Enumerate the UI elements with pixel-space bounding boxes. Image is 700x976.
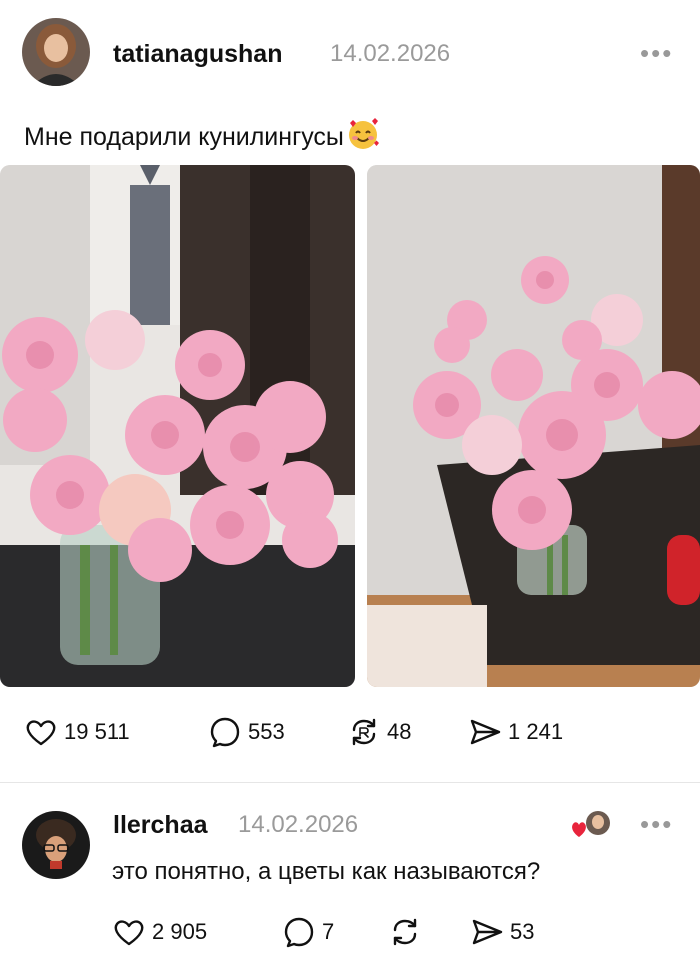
post-author-avatar[interactable]	[22, 18, 90, 86]
post-author-username[interactable]: tatianagushan	[113, 40, 282, 69]
comment-text: это понятно, а цветы как называются?	[112, 858, 541, 885]
comment-share-button[interactable]: 53	[470, 915, 534, 949]
send-icon	[468, 715, 502, 749]
heart-icon	[24, 715, 58, 749]
post-date: 14.02.2026	[330, 40, 451, 67]
comment-reply-count: 7	[322, 919, 335, 944]
post-share-count: 1 241	[508, 719, 564, 744]
send-icon	[470, 915, 504, 949]
comment-like-count: 2 905	[152, 919, 208, 944]
comment-reply-button[interactable]: 7	[282, 915, 334, 949]
comment-author-username[interactable]: llerchaa	[113, 811, 208, 840]
post-share-button[interactable]: 1 241	[468, 715, 563, 749]
comment-share-count: 53	[510, 919, 535, 944]
post-photo-1[interactable]	[0, 165, 355, 687]
post-text: Мне подарили кунилингусы	[24, 117, 380, 152]
comment-bubble-icon	[282, 915, 316, 949]
comment-repost-button[interactable]	[388, 915, 428, 949]
repost-icon	[388, 915, 422, 949]
comment-author-avatar[interactable]	[22, 811, 90, 879]
post-comment-button[interactable]: 553	[208, 715, 285, 749]
post-like-button[interactable]: 19 511	[24, 715, 130, 749]
post-more-button[interactable]: •••	[640, 40, 673, 66]
comment-date: 14.02.2026	[238, 811, 359, 838]
post-like-count: 19 511	[64, 719, 130, 744]
divider	[0, 782, 700, 783]
comment-like-button[interactable]: 2 905	[112, 915, 207, 949]
repost-icon	[347, 715, 381, 749]
post-photo-2[interactable]	[367, 165, 700, 687]
comment-bubble-icon	[208, 715, 242, 749]
post-repost-button[interactable]: 48	[347, 715, 411, 749]
post-repost-count: 48	[387, 719, 412, 744]
comment-more-button[interactable]: •••	[640, 811, 673, 837]
author-liked-badge	[570, 810, 612, 840]
smiling-face-with-hearts-icon	[346, 117, 380, 151]
heart-icon	[112, 915, 146, 949]
post-comment-count: 553	[248, 719, 285, 744]
post-text-content: Мне подарили кунилингусы	[24, 123, 344, 151]
